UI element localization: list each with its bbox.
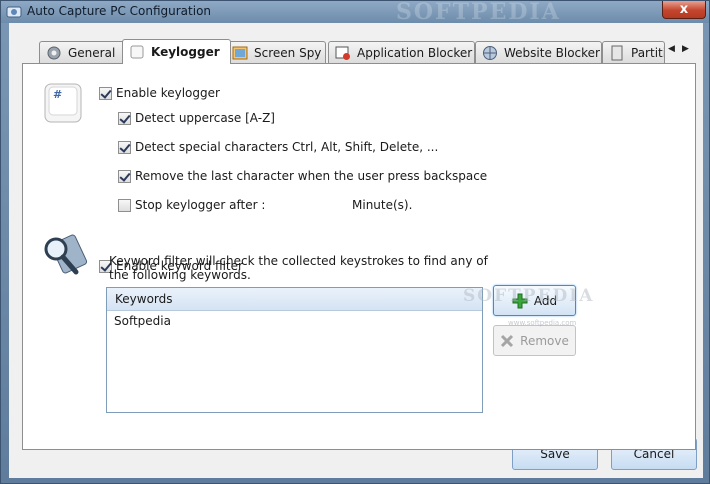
enable-keylogger-checkbox[interactable] [99,86,112,100]
tab-screen-spy[interactable]: Screen Spy [225,41,326,63]
list-item[interactable]: Softpedia [107,311,482,331]
remove-backspace-label: Remove the last character when the user … [135,169,488,183]
keywords-list[interactable]: Keywords Softpedia [106,287,483,413]
tab-label: Website Blocker [504,45,600,60]
tab-label: Keylogger [151,45,220,59]
stop-keylogger-option[interactable]: Stop keylogger after : [118,198,265,212]
tab-label: Partitions [631,45,664,60]
close-button[interactable]: x [662,1,706,19]
detect-special-checkbox[interactable] [118,140,131,154]
detect-uppercase-checkbox[interactable] [118,111,131,125]
globe-icon [483,45,497,60]
softpedia-url-watermark: www.softpedia.com [508,319,577,327]
gear-icon [47,46,61,59]
title-bar[interactable]: Auto Capture PC Configuration SOFTPEDIA … [1,0,709,25]
tab-partitions[interactable]: Partitions [602,41,665,63]
tab-label: Screen Spy [254,45,322,60]
app-icon [6,6,22,18]
picture-icon [232,46,248,59]
blocked-window-icon [335,46,350,60]
tab-scroll-left-icon[interactable]: ◀ [668,44,675,54]
tab-application-blocker[interactable]: Application Blocker [328,41,475,63]
description-line-2: the following keywords. [109,268,251,282]
tab-keylogger[interactable]: Keylogger [122,39,231,64]
app-window: Auto Capture PC Configuration SOFTPEDIA … [0,0,710,484]
keyword-filter-description: Keyword filter will check the collected … [109,254,489,282]
stop-unit-label: Minute(s). [352,198,413,212]
enable-keylogger-label: Enable keylogger [116,86,220,100]
remove-keyword-button[interactable]: Remove [493,325,576,356]
tab-scroll-right-icon[interactable]: ▶ [682,44,689,54]
svg-text:#: # [53,88,62,101]
stop-keylogger-checkbox[interactable] [118,198,131,212]
magnifier-keyboard-icon [44,234,88,275]
enable-keylogger-option[interactable]: Enable keylogger [99,86,220,100]
detect-uppercase-label: Detect uppercase [A-Z] [135,111,275,125]
detect-special-label: Detect special characters Ctrl, Alt, Shi… [135,140,439,154]
remove-label: Remove [520,333,569,348]
softpedia-watermark: SOFTPEDIA [463,286,595,306]
tab-website-blocker[interactable]: Website Blocker [475,41,602,63]
title-watermark: SOFTPEDIA [396,0,561,25]
client-area: General Keylogger Screen Spy Application… [9,23,703,478]
window-title: Auto Capture PC Configuration [27,4,212,18]
stop-keylogger-label: Stop keylogger after : [135,198,266,212]
tab-label: Application Blocker [357,45,473,60]
keyboard-key-icon [130,45,144,59]
description-line-1: Keyword filter will check the collected … [109,254,488,268]
remove-backspace-option[interactable]: Remove the last character when the user … [118,169,487,183]
keyboard-key-icon: # [44,83,82,123]
tab-label: General [68,45,116,60]
remove-backspace-checkbox[interactable] [118,169,131,183]
detect-uppercase-option[interactable]: Detect uppercase [A-Z] [118,111,275,125]
detect-special-option[interactable]: Detect special characters Ctrl, Alt, Shi… [118,140,438,154]
drive-icon [611,45,623,60]
remove-x-icon [501,334,514,347]
keywords-column-header[interactable]: Keywords [107,288,482,311]
